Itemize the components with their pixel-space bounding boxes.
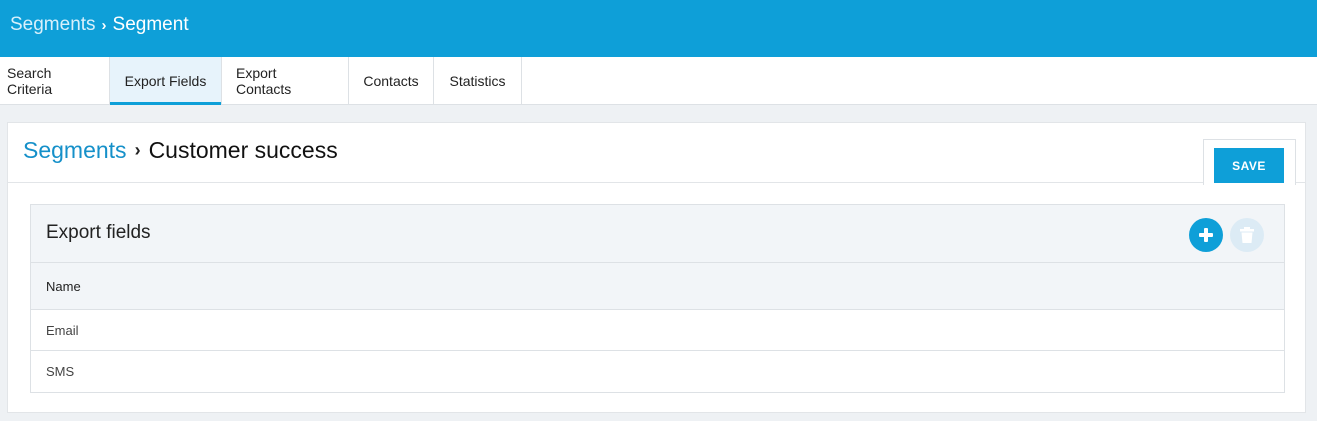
segment-name: Customer success [148,137,338,163]
chevron-right-icon: › [134,140,141,160]
tab-statistics[interactable]: Statistics [434,57,522,104]
delete-field-button[interactable] [1230,218,1264,252]
save-button[interactable]: SAVE [1214,148,1284,183]
table-row[interactable]: SMS [31,351,1284,392]
table-row[interactable]: Email [31,310,1284,351]
tab-search-criteria[interactable]: Search Criteria [0,57,110,104]
tab-export-fields[interactable]: Export Fields [110,57,222,105]
chevron-right-icon: › [101,16,107,34]
card-header: Segments › Customer success [8,123,1305,183]
tab-bar: Search Criteria Export Fields Export Con… [0,57,1317,105]
tab-contacts[interactable]: Contacts [349,57,434,104]
trash-icon [1240,227,1254,243]
header-breadcrumb-current: Segment [112,14,189,35]
add-field-button[interactable] [1189,218,1223,252]
header-breadcrumb-segments-link[interactable]: Segments [10,14,96,36]
page-breadcrumb-segments-link[interactable]: Segments [23,137,127,164]
top-bar: Segments › Segment [0,0,1317,57]
column-header-name: Name [31,263,1284,310]
header-breadcrumb: Segments › Segment [10,14,189,36]
save-button-container: SAVE [1203,139,1296,185]
panel-header: Export fields [31,205,1284,263]
export-fields-panel: Export fields Name Email SMS [30,204,1285,393]
segment-card: Segments › Customer success SAVE Export … [7,122,1306,413]
plus-icon [1199,228,1213,242]
panel-title: Export fields [46,222,151,243]
page-title: Segments › Customer success [23,137,338,164]
tab-export-contacts[interactable]: Export Contacts [222,57,349,104]
